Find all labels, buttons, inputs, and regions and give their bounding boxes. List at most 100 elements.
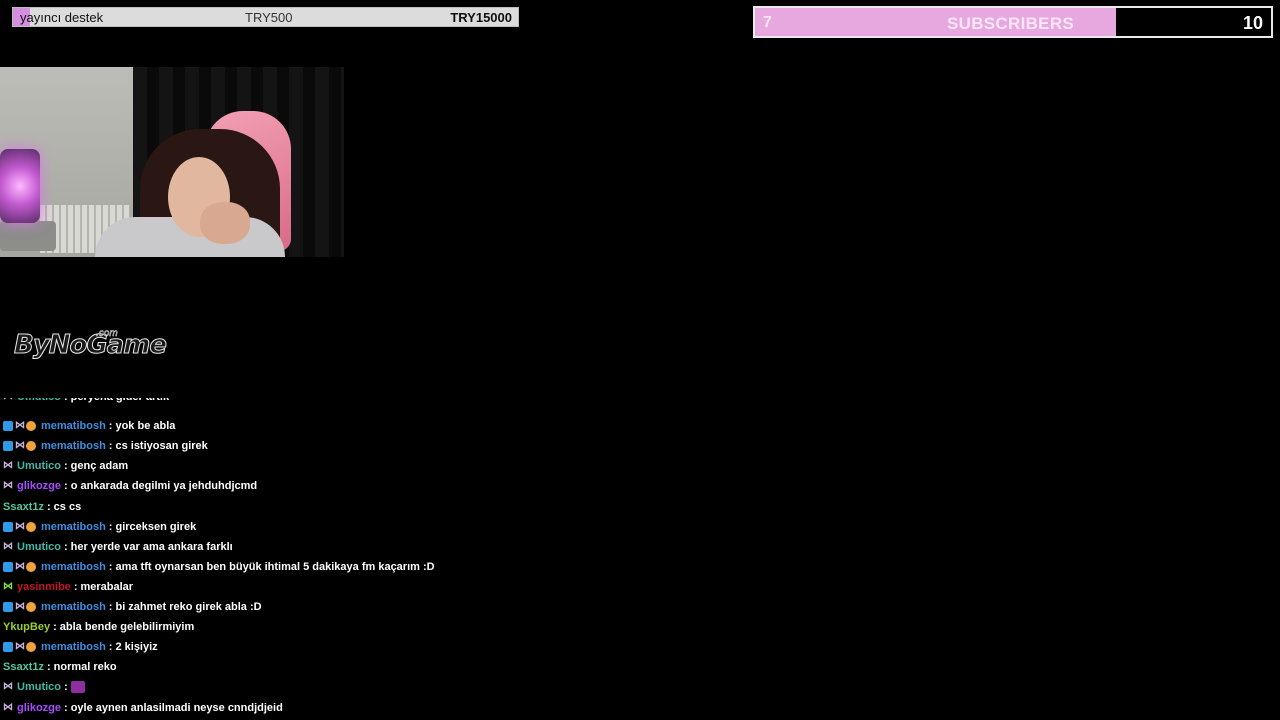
chat-separator: :: [73, 580, 78, 593]
chat-username[interactable]: mematibosh: [41, 521, 106, 533]
chat-text: peryena gider artik: [71, 398, 169, 403]
chat-badges: ⋈: [3, 581, 14, 592]
prime-badge-icon: [3, 441, 13, 452]
chat-separator: :: [108, 601, 113, 613]
webcam-lamp-base: [0, 221, 56, 251]
chat-username[interactable]: Ssaxt1z: [3, 501, 44, 513]
chat-badges: ⋈: [3, 602, 38, 612]
subscriber-badge-icon: ⋈: [15, 601, 25, 612]
bits-badge-icon: [26, 561, 36, 572]
chat-separator: :: [46, 661, 51, 674]
chat-overlay: ⋈Umutico:peryena gider artik⋈mematibosh:…: [3, 398, 523, 720]
sponsor-logo-suffix: .com: [96, 328, 118, 340]
chat-message: ⋈ Umutico:: [3, 678, 85, 696]
subscriber-goal: 10: [1242, 13, 1263, 33]
chat-separator: :: [108, 420, 113, 433]
chat-badges: ⋈: [3, 420, 38, 432]
chat-username[interactable]: glikozge: [17, 480, 61, 492]
subscriber-badge-icon: ⋈: [3, 480, 13, 492]
chat-text: merabalar: [80, 580, 134, 593]
chat-text: ama tft oynarsan ben büyük ihtimal 5 dak…: [115, 560, 435, 573]
bits-badge-icon: [26, 642, 36, 653]
chat-badges: ⋈: [3, 642, 38, 653]
chat-username[interactable]: Umutico: [17, 460, 61, 472]
chat-text: normal reko: [53, 661, 117, 674]
subscriber-badge-icon: ⋈: [15, 440, 25, 452]
chat-text: o ankarada degilmi ya jehduhdjcmd: [70, 480, 258, 493]
chat-separator: :: [64, 681, 68, 694]
prime-badge-icon: [3, 561, 13, 572]
chat-message: Ssaxt1z: cs cs: [3, 498, 81, 516]
subscriber-badge-icon: ⋈: [15, 560, 25, 572]
chat-text: oyle aynen anlasilmadi neyse cnndjdjeid: [70, 701, 283, 714]
chat-separator: :: [108, 520, 113, 533]
chat-separator: :: [64, 480, 68, 493]
donation-goal-name: yayıncı destek: [20, 10, 104, 25]
chat-username[interactable]: mematibosh: [41, 420, 106, 432]
prime-badge-icon: [3, 602, 13, 612]
chat-message: Ssaxt1z: normal reko: [3, 658, 117, 676]
chat-text: cs istiyosan girek: [115, 440, 208, 453]
prime-badge-icon: [3, 421, 13, 432]
chat-separator: :: [108, 560, 113, 573]
chat-badges: ⋈: [3, 701, 14, 713]
chat-message: ⋈ mematibosh: cs istiyosan girek: [3, 437, 208, 455]
chat-separator: :: [64, 460, 68, 473]
subscriber-badge-icon: ⋈: [15, 520, 25, 532]
chat-badges: ⋈: [3, 520, 38, 532]
donation-goal-current: TRY500: [245, 10, 293, 25]
chat-text: bi zahmet reko girek abla :D: [115, 601, 262, 613]
subscriber-label: SUBSCRIBERS: [947, 14, 1075, 33]
chat-username[interactable]: mematibosh: [41, 561, 106, 573]
webcam-streamer-hand: [200, 202, 250, 244]
chat-separator: :: [108, 440, 113, 453]
chat-separator: :: [108, 641, 113, 654]
chat-message: ⋈ Umutico: her yerde var ama ankara farklı: [3, 538, 233, 556]
chat-username[interactable]: glikozge: [17, 702, 61, 714]
chat-separator: :: [46, 500, 51, 513]
chat-badges: ⋈: [3, 398, 14, 402]
chat-message: ⋈ yasinmibe: merabalar: [3, 578, 133, 596]
chat-username[interactable]: mematibosh: [41, 641, 106, 653]
chat-username[interactable]: YkupBey: [3, 621, 50, 633]
chat-username[interactable]: yasinmibe: [17, 581, 71, 593]
chat-text: abla bende gelebilirmiyim: [59, 621, 195, 634]
bits-badge-icon: [26, 521, 36, 532]
sponsor-logo-text: ByNoGame: [14, 330, 168, 361]
chat-username[interactable]: Umutico: [17, 398, 61, 403]
chat-text: 2 kişiyiz: [115, 641, 158, 654]
prime-badge-icon: [3, 642, 13, 653]
chat-badges: ⋈: [3, 481, 14, 491]
chat-badges: ⋈: [3, 540, 14, 552]
chat-username[interactable]: Ssaxt1z: [3, 661, 44, 673]
chat-username[interactable]: Umutico: [17, 541, 61, 553]
subscriber-badge-icon: ⋈: [15, 420, 25, 432]
sponsor-logo: ByNoGame .com: [12, 318, 168, 388]
chat-separator: :: [64, 540, 68, 553]
chat-text: yok be abla: [115, 420, 176, 433]
subscriber-badge-icon: ⋈: [3, 701, 13, 713]
chat-badges: ⋈: [3, 461, 14, 471]
chat-emote-icon: [70, 681, 85, 694]
chat-message: ⋈ Umutico: genç adam: [3, 457, 128, 475]
chat-separator: :: [53, 621, 57, 634]
bits-badge-icon: [26, 441, 36, 452]
chat-message: ⋈ glikozge: o ankarada degilmi ya jehduhdj…: [3, 477, 257, 495]
chat-message: ⋈ Umutico:peryena gider artik: [3, 398, 169, 406]
subscriber-badge-icon: ⋈: [3, 540, 13, 552]
chat-message: ⋈ mematibosh: yok be abla: [3, 417, 175, 435]
subscriber-badge-icon: ⋈: [3, 681, 13, 693]
chat-text: cs cs: [53, 500, 82, 513]
chat-username[interactable]: mematibosh: [41, 440, 106, 452]
webcam-feed: [0, 67, 344, 257]
chat-message: ⋈ mematibosh: girceksen girek: [3, 518, 196, 536]
chat-message: ⋈ glikozge: oyle aynen anlasilmadi neyse c…: [3, 699, 283, 717]
chat-text: genç adam: [70, 460, 129, 473]
webcam-lamp: [0, 149, 40, 223]
chat-username[interactable]: Umutico: [17, 681, 61, 693]
chat-text: girceksen girek: [115, 520, 197, 533]
chat-separator: :: [64, 398, 68, 403]
subscriber-goal-bar: 7 SUBSCRIBERS 10: [753, 6, 1273, 38]
donation-goal-target: TRY15000: [450, 10, 512, 25]
chat-username[interactable]: mematibosh: [41, 601, 106, 613]
